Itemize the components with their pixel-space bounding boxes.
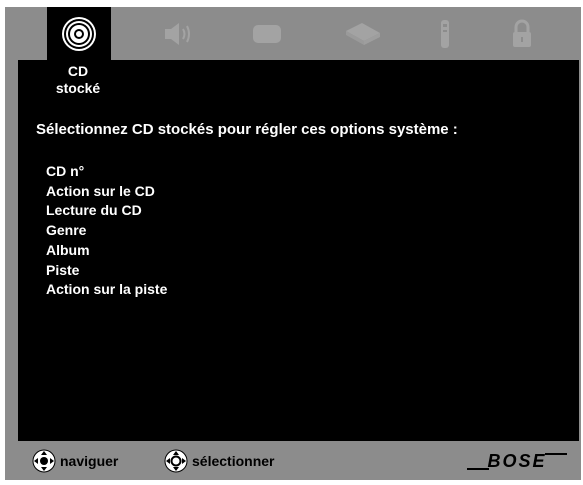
category-remote[interactable] [413,7,477,60]
option-album[interactable]: Album [46,241,167,261]
navigation-pad-icon [32,449,56,473]
bose-logo: BOSE [467,451,567,471]
selected-category-label-line1: CD [67,63,89,79]
option-track[interactable]: Piste [46,261,167,281]
stored-cd-icon [62,16,96,51]
option-cd-number[interactable]: CD n° [46,162,167,182]
option-genre[interactable]: Genre [46,221,167,241]
category-video[interactable] [235,7,299,60]
svg-text:BOSE: BOSE [487,451,546,471]
category-stored-cd[interactable] [47,7,111,60]
media-device-icon [346,22,380,45]
navigate-label: naviguer [60,453,119,469]
selected-category-label: CD stocké [38,63,118,97]
options-list: CD n° Action sur le CD Lecture du CD Gen… [46,162,167,300]
left-border [0,0,5,485]
footer-bar: naviguer sélectionner BOSE [18,441,581,480]
selected-category-label-line2: stocké [55,80,101,96]
category-lock[interactable] [490,7,554,60]
category-audio[interactable] [145,7,209,60]
select-hint: sélectionner [164,449,274,473]
lock-icon [513,19,531,47]
remote-icon [441,19,449,48]
option-cd-action[interactable]: Action sur le CD [46,182,167,202]
page-heading: Sélectionnez CD stockés pour régler ces … [36,121,458,138]
option-cd-playback[interactable]: Lecture du CD [46,201,167,221]
select-pad-icon [164,449,188,473]
option-track-action[interactable]: Action sur la piste [46,280,167,300]
category-icon-bar [5,7,581,60]
select-label: sélectionner [192,453,275,469]
category-media-device[interactable] [330,7,394,60]
tv-icon [253,24,281,43]
navigate-hint: naviguer [32,449,118,473]
bottom-border [0,480,583,485]
top-border [0,0,583,7]
speaker-icon [165,22,190,45]
